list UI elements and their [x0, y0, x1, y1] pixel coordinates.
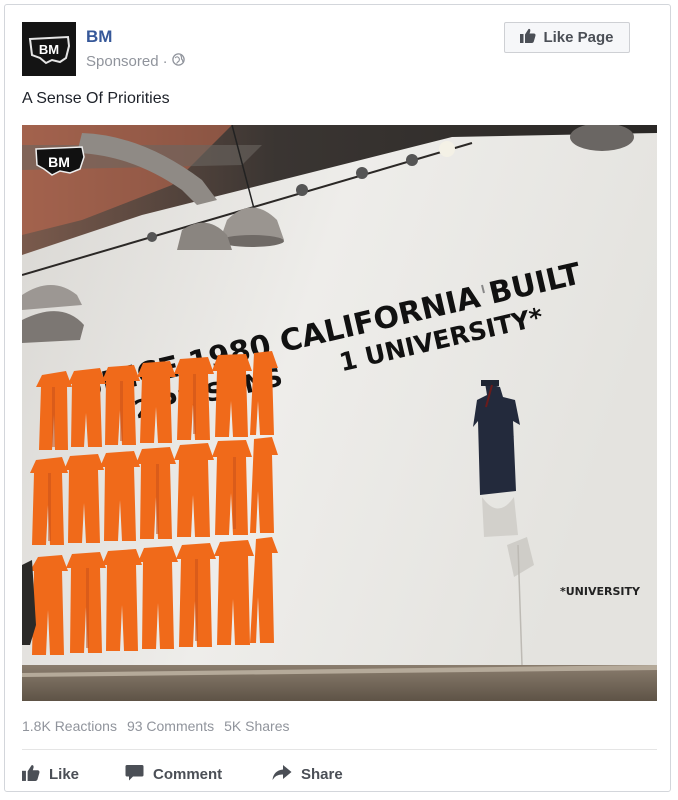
gallery-photo: SINCE 1980 CALIFORNIA BUILT 22 PRISONS 1…: [22, 125, 657, 701]
avatar-logo-text: BM: [39, 42, 59, 57]
page-avatar[interactable]: BM: [22, 22, 76, 76]
comment-button[interactable]: Comment: [125, 760, 222, 788]
post-photo[interactable]: SINCE 1980 CALIFORNIA BUILT 22 PRISONS 1…: [22, 125, 657, 701]
bm-logo-icon: BM: [22, 22, 76, 76]
comment-icon: [125, 764, 144, 785]
post-caption: A Sense Of Priorities: [22, 90, 170, 107]
comments-count[interactable]: 93 Comments: [127, 718, 214, 734]
like-label: Like: [49, 765, 80, 783]
page-name-link[interactable]: BM: [86, 27, 112, 47]
reactions-count[interactable]: 1.8K Reactions: [22, 718, 117, 734]
like-button[interactable]: Like: [22, 760, 79, 788]
share-button[interactable]: Share: [272, 760, 343, 788]
jumpsuit-wall: [22, 351, 278, 655]
wall-footnote: *UNIVERSITY: [560, 585, 641, 598]
divider: [22, 749, 657, 750]
share-icon: [272, 764, 292, 785]
thumbs-up-icon: [22, 764, 40, 785]
like-page-label: Like Page: [543, 29, 614, 46]
meta-separator: ·: [162, 53, 168, 70]
sponsored-meta: Sponsored ·: [86, 53, 185, 70]
like-page-button[interactable]: Like Page: [504, 22, 630, 53]
comment-label: Comment: [153, 765, 223, 783]
shares-count[interactable]: 5K Shares: [224, 718, 289, 734]
post-action-bar: Like Comment Share: [22, 760, 657, 788]
sponsored-post-card: BM BM Sponsored · Like Page A Sense Of P…: [4, 4, 671, 792]
engagement-stats: 1.8K Reactions 93 Comments 5K Shares: [22, 718, 289, 734]
share-label: Share: [301, 765, 343, 783]
globe-icon: [171, 53, 185, 70]
thumbs-up-icon: [520, 28, 537, 47]
sponsored-label[interactable]: Sponsored: [86, 53, 159, 70]
watermark-text: BM: [48, 154, 70, 170]
